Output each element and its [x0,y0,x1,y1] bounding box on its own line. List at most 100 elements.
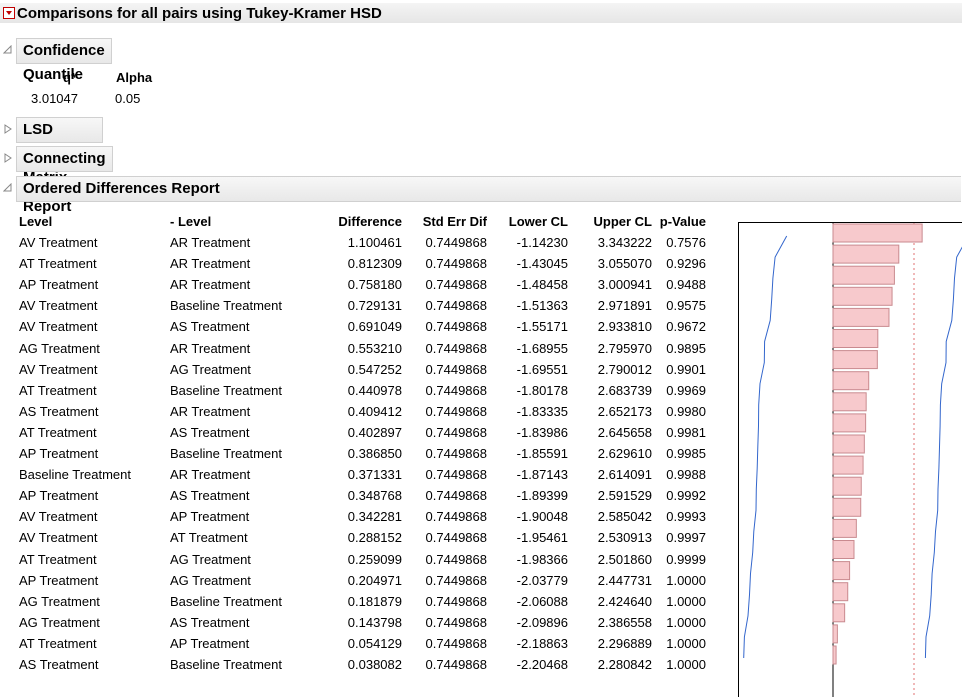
expand-triangle-icon[interactable] [3,124,13,134]
difference-bar [832,371,870,391]
difference-bar [832,244,900,264]
difference-bar [832,286,893,306]
cell-difference: 0.440978 [347,382,402,398]
cell-p-value: 0.9672 [666,319,706,335]
cell-level: AV Treatment [19,319,98,335]
cell-minus-level: Baseline Treatment [170,657,283,672]
table-row: AT Treatment AS Treatment 0.402897 0.744986… [0,425,740,445]
difference-bar [832,476,862,496]
column-header-difference: Difference [338,214,402,229]
cell-level: AP Treatment [19,488,99,504]
collapse-triangle-icon[interactable] [3,45,13,55]
column-header-minus-level: - Level [170,214,212,229]
cell-p-value: 0.9488 [666,277,706,293]
cell-std-err-dif: 0.7449868 [425,277,487,293]
red-triangle-menu-icon[interactable] [3,7,15,19]
table-row: AV Treatment Baseline Treatment 0.729131 0.… [0,298,740,318]
cell-level: AG Treatment [19,340,100,356]
column-header-lower-cl: Lower CL [508,214,568,229]
cell-lower-cl: -1.14230 [516,235,568,250]
cell-lower-cl: -1.95461 [516,530,568,546]
cell-p-value: 0.9999 [666,551,706,567]
cell-minus-level: AT Treatment [170,530,248,546]
cell-level: AG Treatment [19,593,100,609]
cell-upper-cl: 2.790012 [597,361,652,377]
cell-p-value: 0.9992 [666,488,706,504]
cell-p-value: 1.0000 [666,572,706,588]
cell-upper-cl: 2.933810 [597,319,652,335]
cell-lower-cl: -2.03779 [516,572,568,588]
cell-level: Baseline Treatment [19,467,132,483]
cell-p-value: 0.9296 [666,256,706,272]
cell-minus-level: AS Treatment [170,614,250,630]
ordered-differences-report-title: Ordered Differences Report [16,176,961,202]
cell-std-err-dif: 0.7449868 [425,446,487,461]
cell-level: AT Treatment [19,424,97,440]
cell-upper-cl: 2.424640 [597,593,652,609]
cell-minus-level: AP Treatment [170,509,250,525]
cell-upper-cl: 2.652173 [597,403,652,419]
table-row: AV Treatment AR Treatment 1.100461 0.744986… [0,235,740,255]
cell-difference: 0.409412 [347,403,402,419]
outline-ordered-differences-report[interactable]: Ordered Differences Report [3,176,961,202]
cell-difference: 0.371331 [347,467,402,483]
column-header-level: Level [19,214,53,229]
cell-minus-level: AG Treatment [170,551,251,567]
cell-lower-cl: -1.80178 [516,382,568,398]
cell-upper-cl: 2.447731 [597,572,652,588]
cell-level: AT Treatment [19,382,97,398]
cell-p-value: 1.0000 [666,614,706,630]
cell-upper-cl: 3.000941 [597,277,652,293]
cell-lower-cl: -2.09896 [516,614,568,630]
cell-upper-cl: 2.614091 [597,467,652,483]
cell-lower-cl: -1.68955 [516,340,568,356]
difference-bar [832,265,895,285]
cell-lower-cl: -1.85591 [516,446,568,461]
cell-minus-level: AR Treatment [170,403,251,419]
cell-std-err-dif: 0.7449868 [425,403,487,419]
difference-bar [832,223,923,243]
cell-lower-cl: -1.83335 [516,403,568,419]
cell-minus-level: Baseline Treatment [170,446,283,461]
cell-difference: 0.758180 [347,277,402,293]
table-row: AG Treatment Baseline Treatment 0.181879 0.… [0,594,740,614]
cell-std-err-dif: 0.7449868 [425,382,487,398]
cell-p-value: 1.0000 [666,593,706,609]
cell-std-err-dif: 0.7449868 [425,509,487,525]
table-row: AT Treatment AR Treatment 0.812309 0.744986… [0,256,740,276]
cell-std-err-dif: 0.7449868 [425,530,487,546]
expand-triangle-icon[interactable] [3,153,13,163]
cell-minus-level: AR Treatment [170,340,251,356]
confidence-quantile-title: Confidence Quantile [16,38,112,83]
cell-upper-cl: 2.795970 [597,340,652,356]
cell-upper-cl: 2.645658 [597,424,652,440]
cell-minus-level: AG Treatment [170,361,251,377]
cell-lower-cl: -2.20468 [516,657,568,672]
collapse-triangle-icon[interactable] [3,183,13,193]
cell-minus-level: AR Treatment [170,467,251,483]
cell-minus-level: Baseline Treatment [170,298,283,314]
cell-difference: 0.553210 [347,340,402,356]
cell-upper-cl: 3.055070 [597,256,652,272]
column-header-p-value: p-Value [659,214,706,229]
cell-upper-cl: 3.343222 [597,235,652,250]
cell-difference: 0.348768 [347,488,402,504]
cell-minus-level: AR Treatment [170,235,251,250]
cell-difference: 0.143798 [347,614,402,630]
cell-p-value: 0.9997 [666,530,706,546]
cell-lower-cl: -1.48458 [516,277,568,293]
table-row: AV Treatment AG Treatment 0.547252 0.744986… [0,362,740,382]
cell-minus-level: Baseline Treatment [170,593,283,609]
cell-std-err-dif: 0.7449868 [425,657,487,672]
cell-level: AS Treatment [19,657,99,672]
connecting-letters-report-title: Connecting Letters Report [16,146,113,215]
cell-p-value: 0.9895 [666,340,706,356]
q-star-value: 3.01047 [31,91,78,106]
cell-upper-cl: 2.629610 [597,446,652,461]
difference-bar [832,497,862,517]
q-star-header: q* [63,70,76,85]
cell-level: AS Treatment [19,403,99,419]
lsd-threshold-matrix-title: LSD Threshold Matrix [16,117,103,186]
table-row: AT Treatment AP Treatment 0.054129 0.744986… [0,636,740,656]
upper-cl-curve [924,246,962,659]
